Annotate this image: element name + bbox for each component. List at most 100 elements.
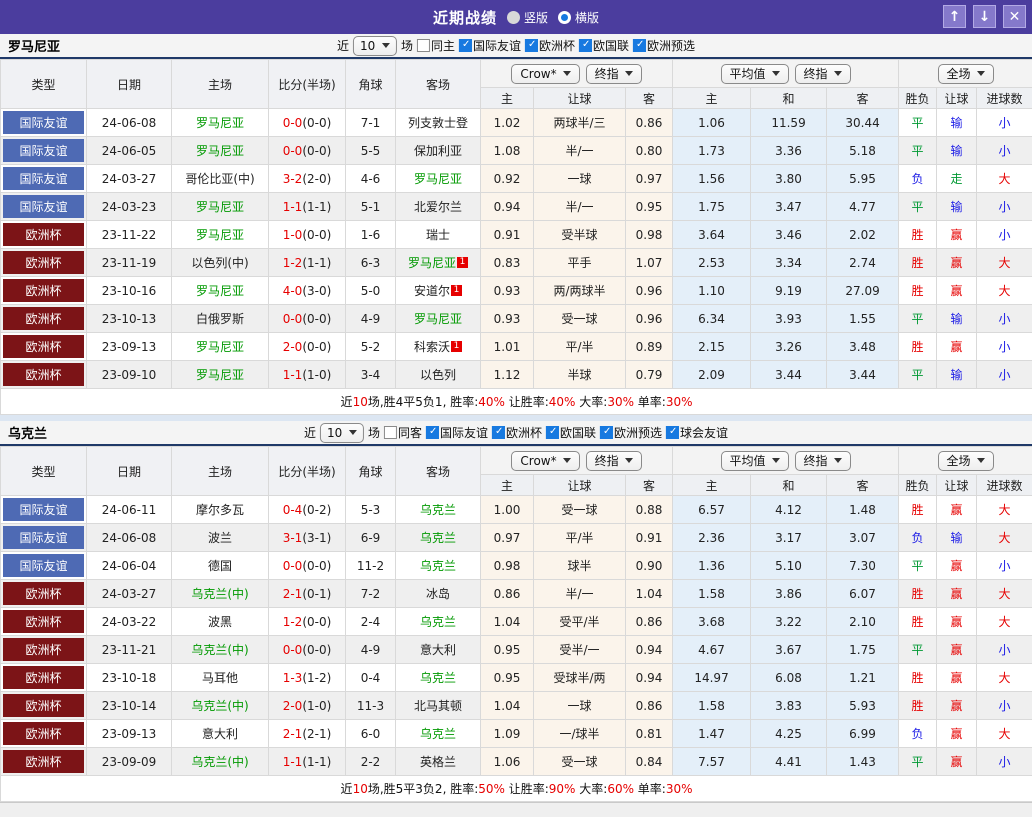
cell-competition: 欧洲杯: [1, 580, 87, 608]
cell-crow-odds: 1.04: [481, 608, 534, 636]
odds-dropdown[interactable]: 全场: [938, 64, 994, 84]
cell-competition: 欧洲杯: [1, 361, 87, 389]
team-link[interactable]: 英格兰: [420, 755, 456, 769]
team-link[interactable]: 德国: [208, 559, 232, 573]
cell-result: 负: [899, 524, 937, 552]
odds-dropdown[interactable]: 平均值: [721, 451, 789, 471]
cell-date: 24-03-27: [87, 580, 172, 608]
match-row: 国际友谊24-06-05罗马尼亚0-0(0-0)5-5保加利亚1.08半/一0.…: [1, 137, 1032, 165]
team-link[interactable]: 罗马尼亚: [196, 368, 244, 382]
same-venue-checkbox[interactable]: 同客: [384, 424, 422, 441]
competition-checkbox[interactable]: 欧洲杯: [492, 424, 542, 441]
scroll-up-button[interactable]: ↑: [943, 5, 966, 28]
cell-avg-odds: 3.46: [751, 221, 827, 249]
competition-checkbox[interactable]: 欧洲预选: [633, 37, 695, 54]
team-link[interactable]: 保加利亚: [414, 144, 462, 158]
odds-dropdown[interactable]: 终指: [795, 64, 851, 84]
odds-dropdown[interactable]: 终指: [795, 451, 851, 471]
summary-segment: 场,胜5平3负2, 胜率:: [368, 782, 478, 796]
team-link[interactable]: 罗马尼亚: [196, 116, 244, 130]
cell-date: 24-06-11: [87, 496, 172, 524]
team-link[interactable]: 乌克兰: [420, 559, 456, 573]
competition-checkbox[interactable]: 欧国联: [546, 424, 596, 441]
checkbox-label: 国际友谊: [473, 37, 521, 54]
odds-group-header: 全场: [899, 447, 1032, 475]
recent-count-select[interactable]: 10: [320, 423, 364, 443]
team-link[interactable]: 瑞士: [426, 228, 450, 242]
team-link[interactable]: 摩尔多瓦: [196, 503, 244, 517]
competition-checkbox[interactable]: 欧国联: [579, 37, 629, 54]
cell-result: 小: [977, 552, 1032, 580]
team-link[interactable]: 意大利: [420, 643, 456, 657]
team-link[interactable]: 哥伦比亚(中): [185, 172, 254, 186]
close-button[interactable]: ✕: [1003, 5, 1026, 28]
red-card-badge: 1: [451, 341, 462, 352]
odds-dropdown[interactable]: 平均值: [721, 64, 789, 84]
cell-crow-odds: 0.88: [626, 496, 673, 524]
team-link[interactable]: 乌克兰: [420, 503, 456, 517]
same-venue-checkbox[interactable]: 同主: [417, 37, 455, 54]
team-link[interactable]: 列支敦士登: [408, 116, 468, 130]
team-link[interactable]: 以色列: [420, 368, 456, 382]
cell-result: 大: [977, 580, 1032, 608]
subcol-header: 客: [827, 88, 899, 109]
team-link[interactable]: 安道尔: [414, 284, 450, 298]
odds-dropdown[interactable]: 终指: [586, 64, 642, 84]
team-link[interactable]: 冰岛: [426, 587, 450, 601]
cell-avg-odds: 3.36: [751, 137, 827, 165]
team-link[interactable]: 罗马尼亚: [196, 144, 244, 158]
score-halftime: (1-1): [302, 256, 331, 270]
team-link[interactable]: 乌克兰(中): [191, 587, 248, 601]
team-link[interactable]: 乌克兰: [420, 531, 456, 545]
odds-dropdown[interactable]: Crow*: [511, 451, 579, 471]
cell-result: 输: [937, 305, 977, 333]
competition-checkbox[interactable]: 国际友谊: [426, 424, 488, 441]
team-link[interactable]: 罗马尼亚: [196, 228, 244, 242]
team-link[interactable]: 乌克兰: [420, 615, 456, 629]
team-link[interactable]: 乌克兰: [420, 671, 456, 685]
team-link[interactable]: 乌克兰(中): [191, 699, 248, 713]
team-link[interactable]: 罗马尼亚: [414, 172, 462, 186]
team-link[interactable]: 罗马尼亚: [196, 284, 244, 298]
team-link[interactable]: 罗马尼亚: [196, 340, 244, 354]
score-fulltime: 1-1: [283, 368, 303, 382]
scroll-down-button[interactable]: ↓: [973, 5, 996, 28]
team-link[interactable]: 以色列(中): [191, 256, 248, 270]
team-link[interactable]: 波黑: [208, 615, 232, 629]
team-link[interactable]: 北马其顿: [414, 699, 462, 713]
odds-dropdown[interactable]: 全场: [938, 451, 994, 471]
team-link[interactable]: 科索沃: [414, 340, 450, 354]
odds-dropdown[interactable]: Crow*: [511, 64, 579, 84]
cell-result: 大: [977, 720, 1032, 748]
competition-checkbox[interactable]: 欧洲杯: [525, 37, 575, 54]
cell-avg-odds: 9.19: [751, 277, 827, 305]
team-link[interactable]: 北爱尔兰: [414, 200, 462, 214]
recent-count-select[interactable]: 10: [353, 36, 397, 56]
competition-checkbox[interactable]: 球会友谊: [666, 424, 728, 441]
games-label: 场: [401, 37, 413, 54]
cell-result: 平: [899, 109, 937, 137]
team-link[interactable]: 乌克兰(中): [191, 755, 248, 769]
team-link[interactable]: 罗马尼亚: [414, 312, 462, 326]
team-link[interactable]: 马耳他: [202, 671, 238, 685]
dropdown-label: 全场: [947, 66, 971, 82]
competition-checkbox[interactable]: 国际友谊: [459, 37, 521, 54]
summary-segment: 30%: [666, 395, 693, 409]
team-link[interactable]: 波兰: [208, 531, 232, 545]
layout-radio-horizontal[interactable]: 横版: [558, 9, 599, 26]
competition-checkbox[interactable]: 欧洲预选: [600, 424, 662, 441]
team-link[interactable]: 乌克兰(中): [191, 643, 248, 657]
cell-result: 平: [899, 305, 937, 333]
odds-dropdown[interactable]: 终指: [586, 451, 642, 471]
team-link[interactable]: 白俄罗斯: [196, 312, 244, 326]
team-link[interactable]: 乌克兰: [420, 727, 456, 741]
layout-radio-vertical[interactable]: 竖版: [507, 9, 548, 26]
team-link[interactable]: 意大利: [202, 727, 238, 741]
cell-corners: 2-2: [346, 748, 396, 776]
dropdown-label: 终指: [595, 453, 619, 469]
cell-score: 0-0(0-0): [269, 137, 346, 165]
cell-competition: 国际友谊: [1, 552, 87, 580]
team-link[interactable]: 罗马尼亚: [196, 200, 244, 214]
team-link[interactable]: 罗马尼亚: [408, 256, 456, 270]
competition-badge: 欧洲杯: [3, 694, 84, 717]
